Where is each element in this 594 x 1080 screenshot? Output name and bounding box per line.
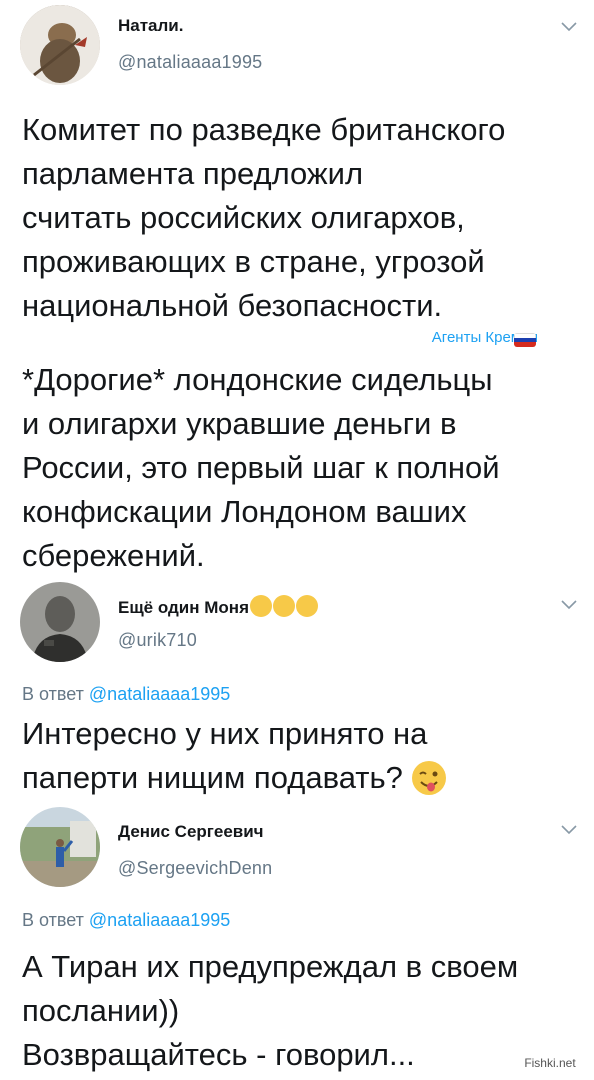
reply-context: В ответ @nataliaaaa1995 [22,684,231,704]
russia-flag-emoji [514,333,536,347]
author-name[interactable]: Натали. [118,16,184,36]
tweet-text-line: сбережений. [22,538,205,573]
tears-of-joy-emoji [250,595,272,617]
tweet-text: А Тиран их предупреждал в своем послании… [22,945,582,1077]
tweet-text-line: национальной безопасности. [22,288,443,323]
tweet-nataliaaaa1995: Натали. @nataliaaaa1995 Комитет по разве… [0,0,594,580]
tears-of-joy-emoji [273,595,295,617]
tweet-text-line: А Тиран их предупреждал в своем [22,949,519,984]
tweet-text: Комитет по разведке британского парламен… [22,108,582,328]
tweet-text-line: Комитет по разведке британского [22,112,506,147]
chevron-down-icon[interactable] [560,20,578,34]
tweet-text-line: послании)) [22,993,180,1028]
tweet-sergeevichdenn: Денис Сергеевич @SergeevichDenn В ответ … [0,805,594,1080]
tweet-text-line: *Дорогие* лондонские сидельцы [22,362,493,397]
avatar-image [20,807,100,887]
avatar[interactable] [20,582,100,662]
reply-context: В ответ @nataliaaaa1995 [22,910,231,930]
tweet-text-continued: *Дорогие* лондонские сидельцы и олигархи… [22,358,582,578]
winking-tongue-emoji [411,761,446,795]
avatar-image [20,5,100,85]
tweet-text-line: России, это первый шаг к полной [22,450,500,485]
author-handle[interactable]: @nataliaaaa1995 [118,52,262,73]
tears-of-joy-emoji [296,595,318,617]
tweet-text-line: считать российских олигархов, [22,200,465,235]
author-handle[interactable]: @SergeevichDenn [118,858,272,879]
chevron-down-icon[interactable] [560,598,578,612]
avatar[interactable] [20,807,100,887]
author-name[interactable]: Ещё один Моня [118,595,318,618]
author-handle[interactable]: @urik710 [118,630,197,651]
chevron-down-icon[interactable] [560,823,578,837]
tweet-text: Интересно у них принято на паперти нищим… [22,712,582,800]
tweet-text-line: конфискации Лондоном ваших [22,494,467,529]
tweet-text-line: и олигархи укравшие деньги в [22,406,457,441]
tweet-text-line: проживающих в стране, угрозой [22,244,485,279]
tweet-text-line: Возвращайтесь - говорил... [22,1037,415,1072]
tweet-text-line: парламента предложил [22,156,364,191]
author-name[interactable]: Денис Сергеевич [118,822,264,842]
reply-handle-link[interactable]: @nataliaaaa1995 [89,684,230,704]
watermark-logo: Fishki.net [516,1054,584,1072]
tweet-urik710: Ещё один Моня @urik710 В ответ @nataliaa… [0,580,594,800]
avatar[interactable] [20,5,100,85]
reply-handle-link[interactable]: @nataliaaaa1995 [89,910,230,930]
tweet-text-line: паперти нищим подавать? [22,756,582,800]
avatar-image [20,582,100,662]
tweet-text-line: Интересно у них принято на [22,716,428,751]
